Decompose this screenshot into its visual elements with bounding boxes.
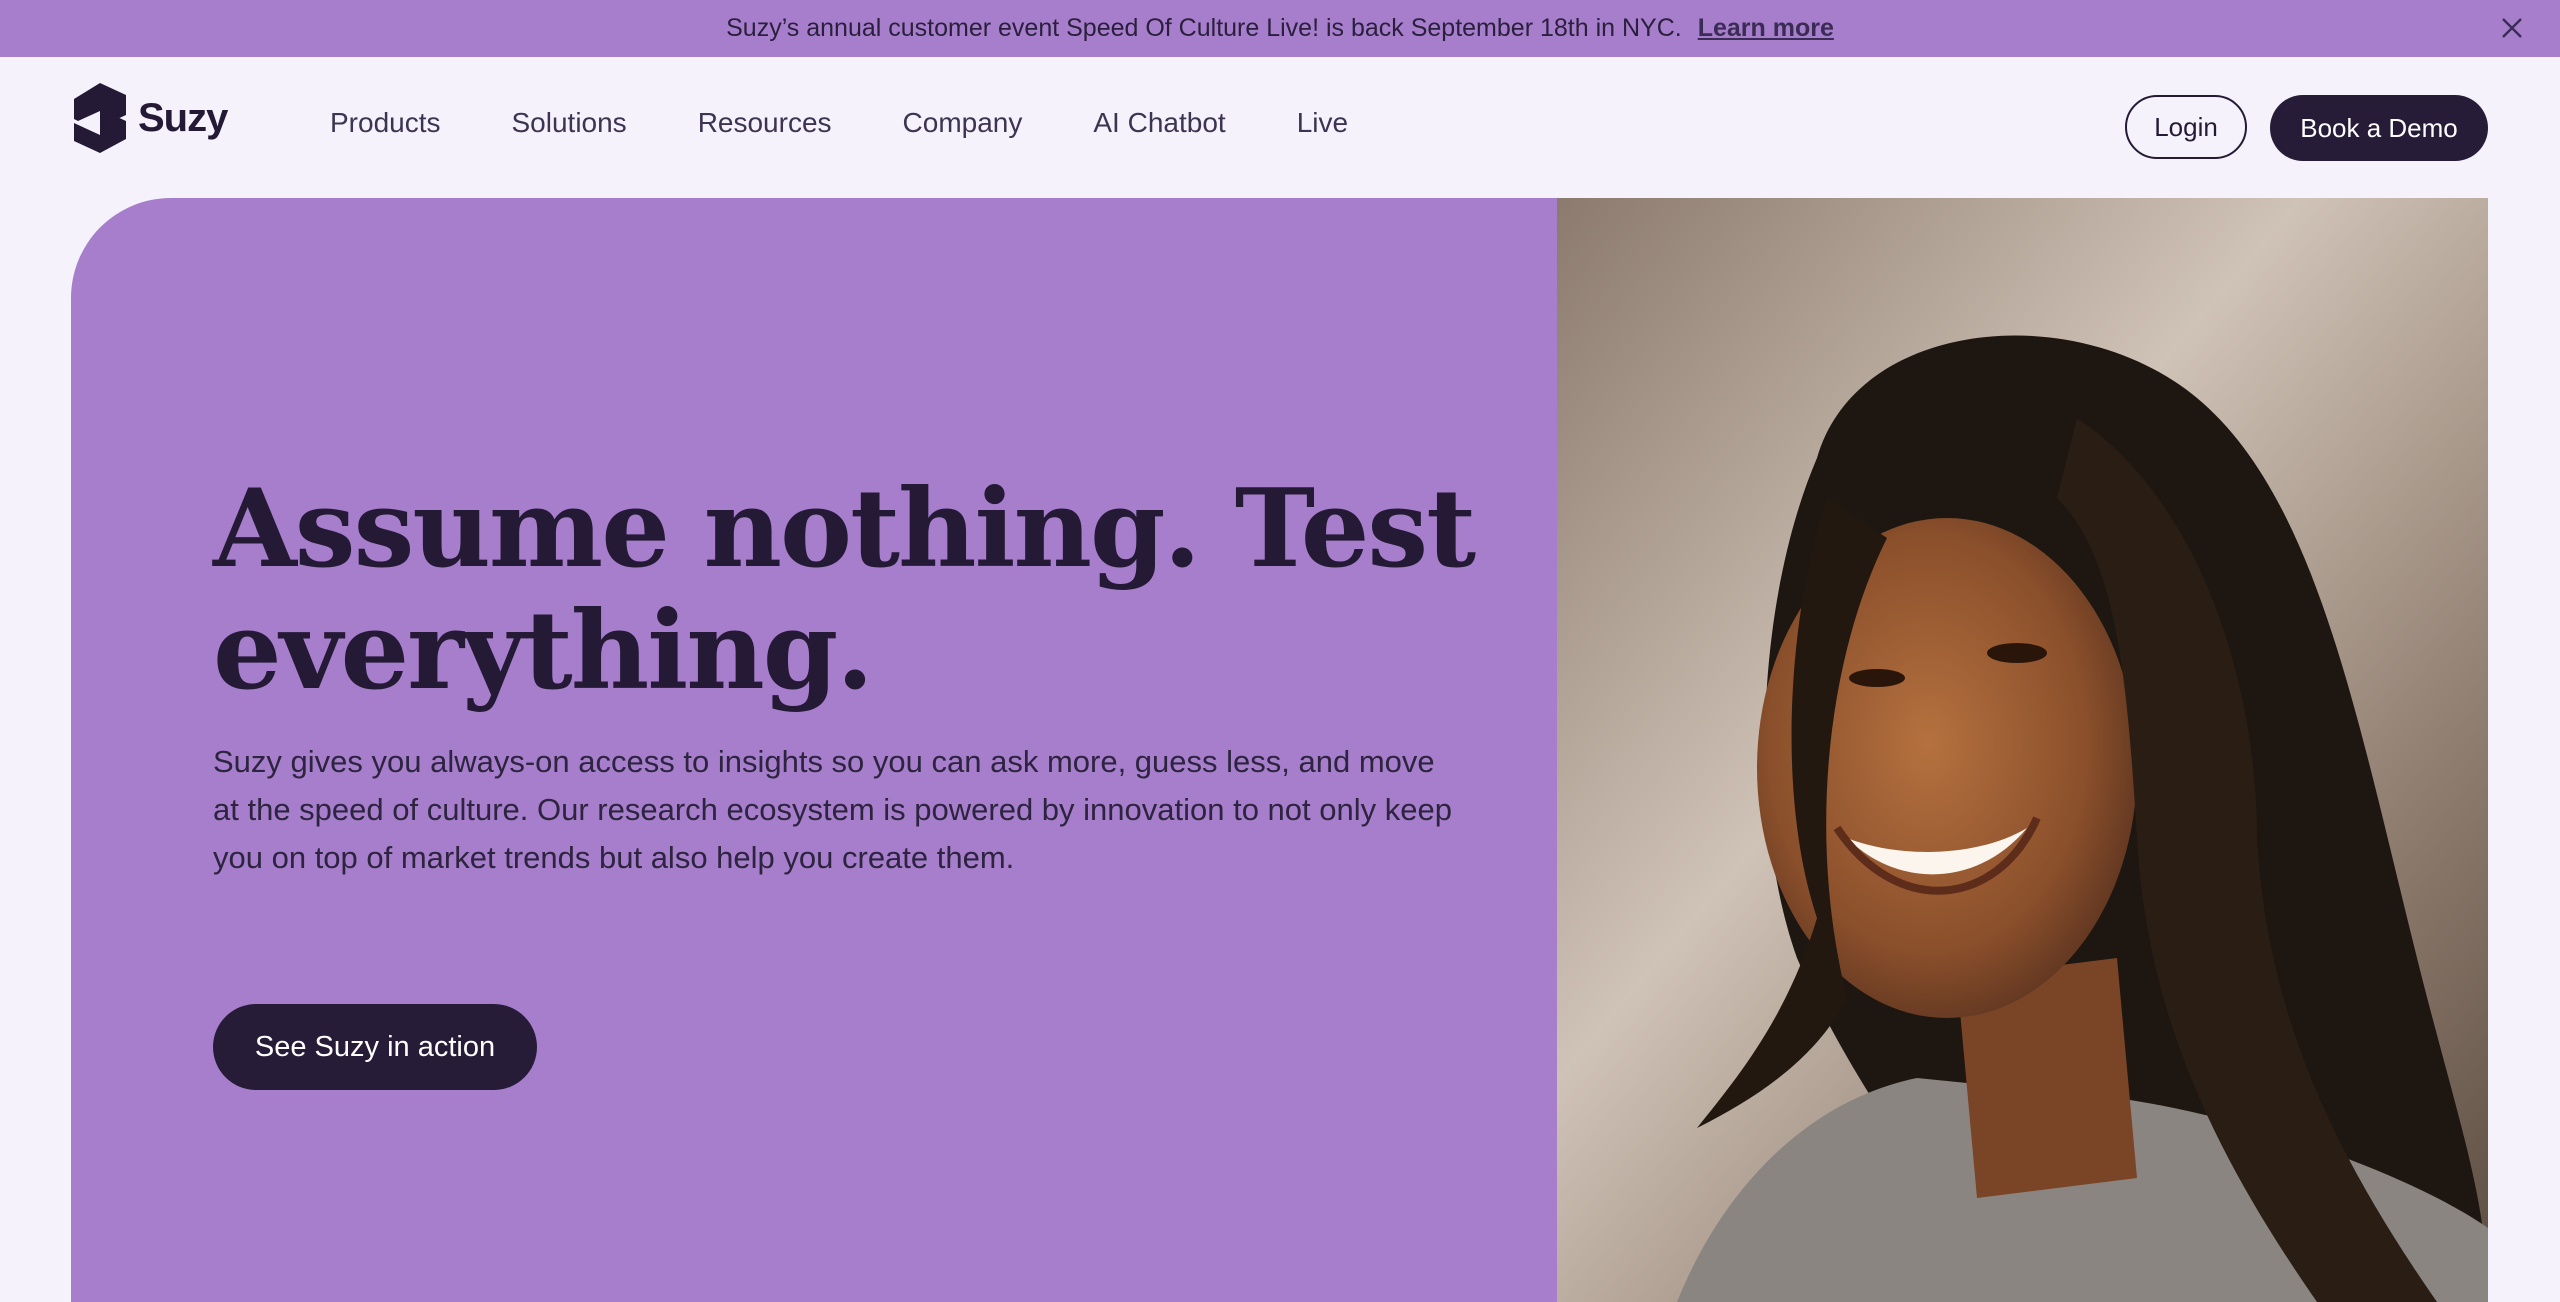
login-button[interactable]: Login [2125,95,2247,159]
hero-description: Suzy gives you always-on access to insig… [213,744,1452,875]
hero-panel-curve [1421,903,1557,1263]
nav-products[interactable]: Products [330,107,441,139]
announcement-bar: Suzy’s annual customer event Speed Of Cu… [0,0,2560,57]
close-icon[interactable] [2498,14,2526,42]
suzy-logo[interactable]: Suzy [70,81,228,155]
nav-solutions[interactable]: Solutions [512,107,627,139]
suzy-logo-icon [74,83,126,153]
hero-headline: Assume nothing. Test everything. [213,466,1476,714]
woman-portrait-image [1557,198,2488,1302]
announcement-message: Suzy’s annual customer event Speed Of Cu… [726,14,1682,42]
see-suzy-in-action-button[interactable]: See Suzy in action [213,1004,537,1090]
nav-ai-chatbot[interactable]: AI Chatbot [1093,107,1225,139]
nav-live[interactable]: Live [1297,107,1348,139]
hero-photo [1557,198,2488,1302]
hero-section: Assume nothing. Test everything. Suzy gi… [71,198,2488,1302]
nav-company[interactable]: Company [903,107,1023,139]
learn-more-link[interactable]: Learn more [1698,14,1834,43]
site-header: Suzy Products Solutions Resources Compan… [0,57,2560,199]
nav-resources[interactable]: Resources [698,107,832,139]
book-demo-button[interactable]: Book a Demo [2270,95,2488,161]
logo-wordmark: Suzy [138,95,228,140]
main-nav: Products Solutions Resources Company AI … [330,107,1419,139]
